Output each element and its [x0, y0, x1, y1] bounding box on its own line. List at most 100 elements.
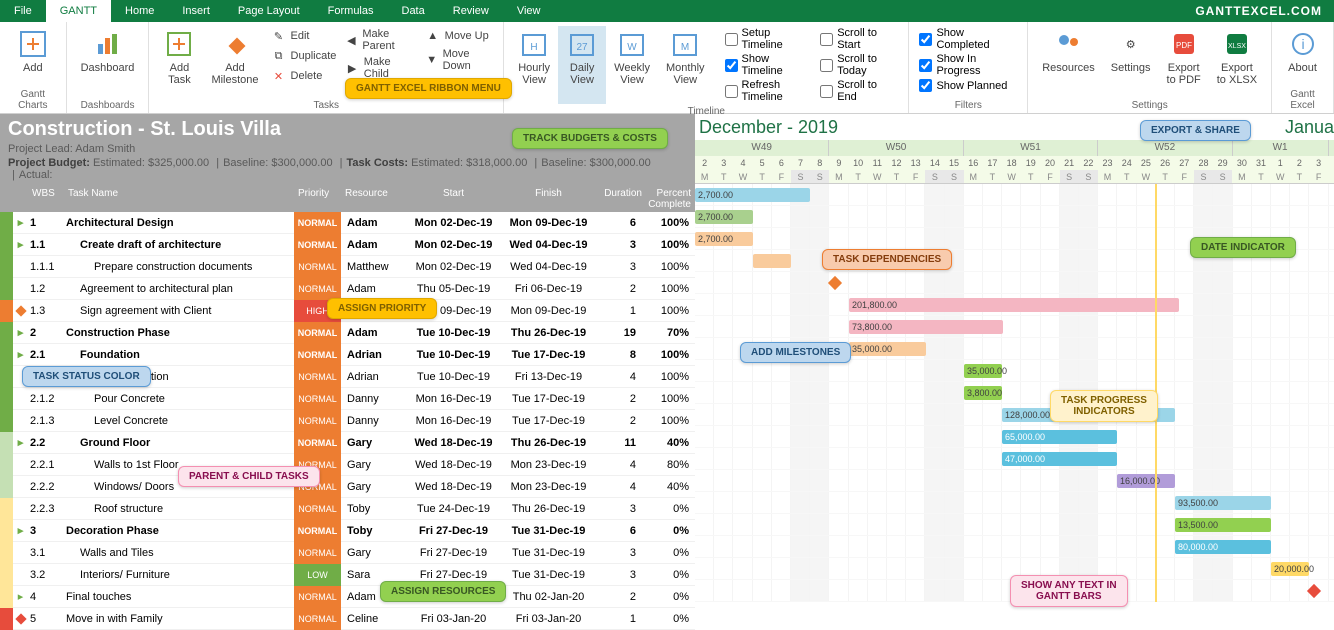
task-row[interactable]: ▸3Decoration PhaseNORMALTobyFri 27-Dec-1…	[0, 520, 695, 542]
show-planned-checkbox[interactable]: Show Planned	[915, 78, 1021, 93]
task-row[interactable]: 5Move in with FamilyNORMALCelineFri 03-J…	[0, 608, 695, 630]
priority-cell[interactable]: NORMAL	[294, 608, 341, 630]
task-row[interactable]: ▸2.2Ground FloorNORMALGaryWed 18-Dec-19T…	[0, 432, 695, 454]
resource-cell[interactable]: Gary	[341, 481, 406, 493]
weekly-view-button[interactable]: WWeekly View	[606, 26, 658, 104]
resource-cell[interactable]: Toby	[341, 503, 406, 515]
resource-cell[interactable]: Adam	[341, 239, 406, 251]
task-row[interactable]: 1.2Agreement to architectural planNORMAL…	[0, 278, 695, 300]
resource-cell[interactable]: Adam	[341, 327, 406, 339]
show-timeline-checkbox[interactable]: Show Timeline	[721, 52, 817, 78]
priority-cell[interactable]: NORMAL	[294, 344, 341, 366]
resources-button[interactable]: Resources	[1034, 26, 1103, 88]
duplicate-button[interactable]: ⧉Duplicate	[267, 46, 341, 66]
resource-cell[interactable]: Gary	[341, 437, 406, 449]
priority-cell[interactable]: NORMAL	[294, 366, 341, 388]
hourly-view-button[interactable]: HHourly View	[510, 26, 558, 104]
task-row[interactable]: ▸4Final touchesNORMALAdamWed 01-Jan-20Th…	[0, 586, 695, 608]
move-down-button[interactable]: ▼Move Down	[421, 46, 497, 74]
resource-cell[interactable]: Danny	[341, 393, 406, 405]
milestone-marker[interactable]	[1307, 584, 1321, 598]
priority-cell[interactable]: NORMAL	[294, 586, 341, 608]
priority-cell[interactable]: NORMAL	[294, 498, 341, 520]
gantt-bar[interactable]	[753, 254, 791, 268]
task-row[interactable]: ▸1.1Create draft of architectureNORMALAd…	[0, 234, 695, 256]
resource-cell[interactable]: Gary	[341, 459, 406, 471]
add-button[interactable]: Add	[6, 26, 60, 76]
resource-cell[interactable]: Toby	[341, 525, 406, 537]
resource-cell[interactable]: Sara	[341, 569, 406, 581]
priority-cell[interactable]: NORMAL	[294, 212, 341, 234]
edit-button[interactable]: ✎Edit	[267, 26, 341, 46]
scroll-today-button[interactable]: Scroll to Today	[816, 52, 902, 78]
menu-tab-gantt[interactable]: GANTT	[46, 0, 111, 22]
about-button[interactable]: iAbout	[1278, 26, 1327, 76]
menu-tab-insert[interactable]: Insert	[168, 0, 224, 22]
daily-view-button[interactable]: 27Daily View	[558, 26, 606, 104]
task-row[interactable]: 2.1.2Pour ConcreteNORMALDannyMon 16-Dec-…	[0, 388, 695, 410]
menu-tab-data[interactable]: Data	[388, 0, 439, 22]
milestone-marker[interactable]	[828, 276, 842, 290]
resource-cell[interactable]: Adam	[341, 217, 406, 229]
gantt-bar[interactable]: 35,000.00	[964, 364, 1002, 378]
priority-cell[interactable]: NORMAL	[294, 256, 341, 278]
task-row[interactable]: ▸1Architectural DesignNORMALAdamMon 02-D…	[0, 212, 695, 234]
gantt-bar[interactable]: 73,800.00	[849, 320, 1003, 334]
menu-tab-page-layout[interactable]: Page Layout	[224, 0, 314, 22]
task-row[interactable]: 2.2.1Walls to 1st FloorNORMALGaryWed 18-…	[0, 454, 695, 476]
show-completed-checkbox[interactable]: Show Completed	[915, 26, 1021, 52]
task-row[interactable]: ▸2Construction PhaseNORMALAdamTue 10-Dec…	[0, 322, 695, 344]
menu-tab-review[interactable]: Review	[439, 0, 503, 22]
resource-cell[interactable]: Celine	[341, 613, 406, 625]
make-parent-button[interactable]: ◀Make Parent	[340, 26, 420, 54]
gantt-bar[interactable]: 20,000.00	[1271, 562, 1309, 576]
gantt-bar[interactable]: 2,700.00	[695, 210, 753, 224]
priority-cell[interactable]: NORMAL	[294, 234, 341, 256]
resource-cell[interactable]: Danny	[341, 415, 406, 427]
settings-button[interactable]: ⚙Settings	[1103, 26, 1159, 88]
gantt-bar[interactable]: 65,000.00	[1002, 430, 1117, 444]
add-milestone-button[interactable]: Add Milestone	[203, 26, 266, 88]
resource-cell[interactable]: Matthew	[341, 261, 406, 273]
priority-cell[interactable]: NORMAL	[294, 322, 341, 344]
gantt-bar[interactable]: 80,000.00	[1175, 540, 1271, 554]
task-row[interactable]: 2.1.3Level ConcreteNORMALDannyMon 16-Dec…	[0, 410, 695, 432]
scroll-start-button[interactable]: Scroll to Start	[816, 26, 902, 52]
dashboard-button[interactable]: Dashboard	[73, 26, 143, 76]
priority-cell[interactable]: LOW	[294, 564, 341, 586]
menu-tab-file[interactable]: File	[0, 0, 46, 22]
priority-cell[interactable]: NORMAL	[294, 388, 341, 410]
export-xlsx-button[interactable]: XLSXExport to XLSX	[1209, 26, 1265, 88]
delete-button[interactable]: ✕Delete	[267, 66, 341, 86]
scroll-end-button[interactable]: Scroll to End	[816, 78, 902, 104]
gantt-bar[interactable]: 2,700.00	[695, 188, 810, 202]
move-up-button[interactable]: ▲Move Up	[421, 26, 497, 46]
task-row[interactable]: 1.1.1Prepare construction documentsNORMA…	[0, 256, 695, 278]
add-task-button[interactable]: Add Task	[155, 26, 203, 88]
priority-cell[interactable]: NORMAL	[294, 520, 341, 542]
gantt-bar[interactable]: 47,000.00	[1002, 452, 1117, 466]
priority-cell[interactable]: NORMAL	[294, 278, 341, 300]
resource-cell[interactable]: Adrian	[341, 349, 406, 361]
gantt-bar[interactable]: 93,500.00	[1175, 496, 1271, 510]
priority-cell[interactable]: NORMAL	[294, 410, 341, 432]
task-row[interactable]: 3.1Walls and TilesNORMALGaryFri 27-Dec-1…	[0, 542, 695, 564]
gantt-bar[interactable]: 3,800.00	[964, 386, 1002, 400]
gantt-bar[interactable]: 16,000.00	[1117, 474, 1175, 488]
task-row[interactable]: 2.2.3Roof structureNORMALTobyTue 24-Dec-…	[0, 498, 695, 520]
menu-tab-home[interactable]: Home	[111, 0, 168, 22]
resource-cell[interactable]: Adrian	[341, 371, 406, 383]
priority-cell[interactable]: NORMAL	[294, 542, 341, 564]
monthly-view-button[interactable]: MMonthly View	[658, 26, 713, 104]
gantt-bar[interactable]: 35,000.00	[849, 342, 926, 356]
gantt-bar[interactable]: 13,500.00	[1175, 518, 1271, 532]
task-row[interactable]: ▸2.1FoundationNORMALAdrianTue 10-Dec-19T…	[0, 344, 695, 366]
gantt-bar[interactable]: 2,700.00	[695, 232, 753, 246]
resource-cell[interactable]: Gary	[341, 547, 406, 559]
show-in-progress-checkbox[interactable]: Show In Progress	[915, 52, 1021, 78]
gantt-bar[interactable]: 201,800.00	[849, 298, 1179, 312]
task-row[interactable]: 2.2.2Windows/ DoorsNORMALGaryWed 18-Dec-…	[0, 476, 695, 498]
menu-tab-view[interactable]: View	[503, 0, 555, 22]
menu-tab-formulas[interactable]: Formulas	[314, 0, 388, 22]
export-pdf-button[interactable]: PDFExport to PDF	[1159, 26, 1209, 88]
